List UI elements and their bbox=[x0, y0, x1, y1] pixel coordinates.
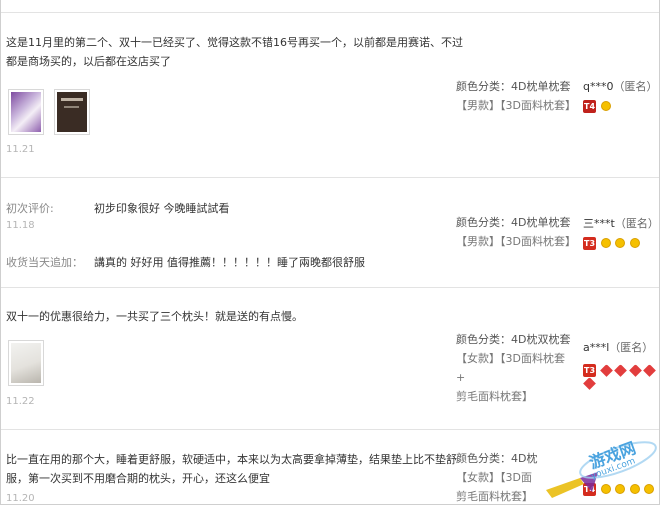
diamond-level-icon bbox=[583, 377, 596, 390]
review-photo[interactable] bbox=[8, 340, 44, 386]
review-photo[interactable] bbox=[54, 89, 90, 135]
heart-level-icon bbox=[629, 238, 640, 248]
reviewer-name[interactable]: 三***t（匿名） bbox=[583, 215, 659, 233]
review-list: 这是11月里的第二个、双十一已经买了、觉得这款不错16号再买一个，以前都是用赛诺… bbox=[0, 0, 660, 505]
diamond-level-icon bbox=[643, 363, 656, 377]
sku-info: 颜色分类：4D枕单枕套 【男款】【3D面料枕套】 bbox=[456, 216, 576, 248]
review-date: 11.22 bbox=[6, 396, 35, 407]
review-text: 比一直在用的那个大，睡着更舒服，软硬适中，本来以为太高要拿掉薄垫，结果垫上比不垫… bbox=[6, 453, 457, 485]
reviewer-level: T3 bbox=[583, 236, 640, 250]
review-item: 初次评价: 初步印象很好 今晚睡試試看 11.18 收货当天追加： 講真的 好好… bbox=[1, 177, 659, 288]
level-badge: T4 bbox=[583, 99, 596, 113]
review-date: 11.21 bbox=[6, 144, 35, 155]
sku-info: 颜色分类：4D枕双枕套 【女款】【3D面料枕套+ 剪毛面料枕套】 bbox=[456, 333, 571, 403]
diamond-level-icon bbox=[599, 363, 613, 377]
reviewer-name[interactable]: q***0（匿名） bbox=[583, 78, 657, 96]
review-date: 11.18 bbox=[6, 220, 35, 231]
diamond-level-icon bbox=[628, 363, 642, 377]
heart-level-icon bbox=[615, 238, 625, 248]
reviewer-level: T3 bbox=[583, 363, 659, 390]
review-item: 这是11月里的第二个、双十一已经买了、觉得这款不错16号再买一个，以前都是用赛诺… bbox=[1, 12, 659, 178]
review-date: 11.20 bbox=[6, 493, 35, 504]
review-text: 双十一的优惠很给力，一共买了三个枕头！就是送的有点慢。 bbox=[6, 310, 303, 323]
reviewer-level: T4 bbox=[583, 99, 611, 113]
heart-level-icon bbox=[600, 238, 611, 248]
sku-info: 颜色分类：4D枕单枕套 【男款】【3D面料枕套】 bbox=[456, 80, 576, 112]
initial-review-text: 初步印象很好 今晚睡試試看 bbox=[94, 202, 230, 215]
review-photo[interactable] bbox=[8, 89, 44, 135]
review-text: 这是11月里的第二个、双十一已经买了、觉得这款不错16号再买一个，以前都是用赛诺… bbox=[6, 36, 463, 68]
site-watermark: 游戏网 youxi.com bbox=[540, 432, 658, 502]
followup-label: 收货当天追加： bbox=[6, 256, 83, 269]
diamond-level-icon bbox=[614, 363, 627, 377]
review-item: 双十一的优惠很给力，一共买了三个枕头！就是送的有点慢。 11.22 颜色分类：4… bbox=[1, 287, 659, 430]
level-badge: T3 bbox=[583, 236, 596, 250]
initial-review-label: 初次评价: bbox=[6, 202, 54, 215]
level-badge: T3 bbox=[583, 363, 596, 377]
followup-text: 講真的 好好用 值得推薦！！！！！！睡了兩晚都很舒服 bbox=[94, 256, 365, 269]
heart-level-icon bbox=[600, 101, 611, 111]
reviewer-name[interactable]: a***l（匿名） bbox=[583, 339, 653, 357]
